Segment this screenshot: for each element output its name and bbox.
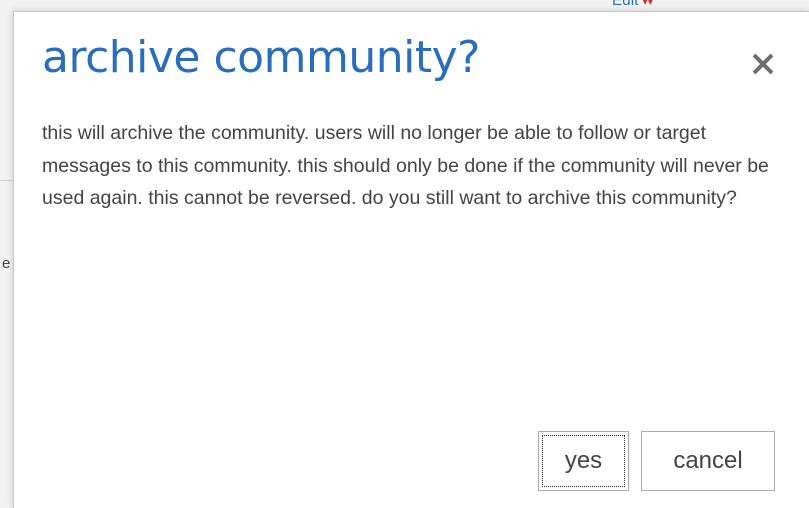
background-text-fragment: e xyxy=(2,255,11,272)
background-divider xyxy=(0,180,13,181)
dialog-title: archive community? xyxy=(42,32,480,83)
cancel-button[interactable]: cancel xyxy=(641,431,775,491)
edit-arrows-icon: ▾▾ xyxy=(642,0,654,8)
cancel-button-label: cancel xyxy=(673,447,743,474)
archive-community-dialog: archive community? this will archive the… xyxy=(13,11,809,508)
focus-ring xyxy=(542,435,625,487)
edit-link[interactable]: Edit ▾▾ xyxy=(612,0,653,9)
close-button[interactable] xyxy=(749,50,777,78)
dialog-message: this will archive the community. users w… xyxy=(42,122,769,209)
close-icon xyxy=(752,53,774,75)
yes-button[interactable]: yes xyxy=(538,431,629,491)
edit-link-label: Edit xyxy=(612,0,639,9)
